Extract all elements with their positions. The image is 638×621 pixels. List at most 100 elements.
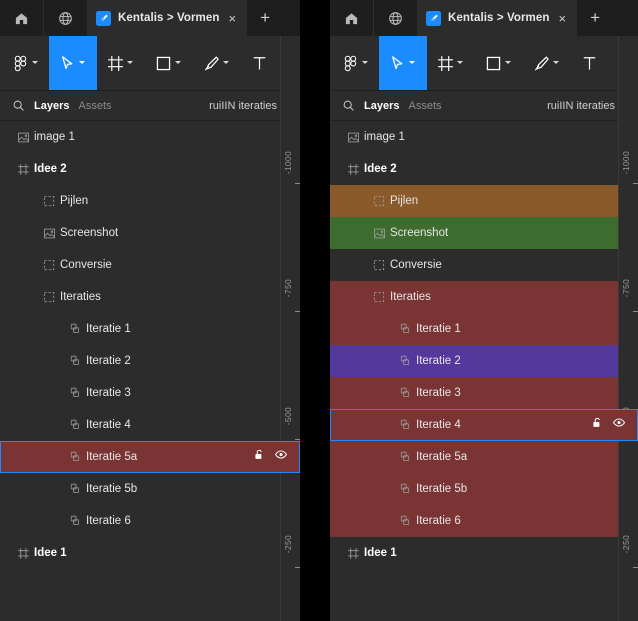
layer-row[interactable]: Conversie [330, 249, 638, 281]
layer-row[interactable]: Idee 1 [0, 537, 300, 569]
tab-assets[interactable]: Assets [408, 100, 441, 112]
layer-row[interactable]: Iteratie 6 [330, 505, 638, 537]
page-name: ruiIIN iteraties [547, 99, 615, 112]
search-icon[interactable] [12, 99, 25, 112]
main-menu-button[interactable] [330, 36, 379, 90]
chevron-down-icon [127, 61, 135, 69]
close-icon[interactable]: × [557, 10, 569, 27]
home-icon[interactable] [330, 0, 374, 36]
layer-row-actions [253, 448, 300, 466]
frame-icon [12, 163, 34, 176]
text-tool-button[interactable] [571, 36, 608, 90]
layer-row[interactable]: Idee 2 [0, 153, 300, 185]
layer-row[interactable]: Iteratie 3 [330, 377, 638, 409]
layer-name: Idee 2 [34, 163, 67, 175]
layer-row[interactable]: Iteratie 5b [0, 473, 300, 505]
component-icon [394, 387, 416, 399]
layer-row[interactable]: Idee 2 [330, 153, 638, 185]
eye-icon[interactable] [274, 448, 288, 466]
tab-assets[interactable]: Assets [78, 100, 111, 112]
figma-toolbar-2 [330, 36, 638, 91]
ruler-tick-label: -750 [283, 279, 293, 298]
new-tab-button[interactable]: + [247, 0, 284, 36]
component-icon [64, 387, 86, 399]
home-icon[interactable] [0, 0, 44, 36]
layer-row[interactable]: Pijlen [330, 185, 638, 217]
layer-row[interactable]: Screenshot [0, 217, 300, 249]
layer-row[interactable]: Iteratie 2 [0, 345, 300, 377]
globe-icon[interactable] [374, 0, 418, 36]
layer-row[interactable]: Iteraties [0, 281, 300, 313]
layer-row[interactable]: Iteratie 5a [330, 441, 638, 473]
layer-name: Pijlen [390, 195, 419, 207]
group-icon [368, 291, 390, 303]
vertical-ruler-left[interactable]: -1000 -750 -500 -250 [280, 36, 300, 621]
unlock-icon[interactable] [591, 416, 603, 434]
layer-row[interactable]: Iteratie 4 [0, 409, 300, 441]
layer-row[interactable]: Pijlen [0, 185, 300, 217]
screenshot-stage: Kentalis > Vormen × + Layers Assets ruiI… [0, 0, 638, 621]
tab-layers[interactable]: Layers [364, 100, 399, 112]
layer-row[interactable]: Iteratie 3 [0, 377, 300, 409]
component-icon [64, 355, 86, 367]
frame-tool-button[interactable] [427, 36, 475, 90]
browser-tab-title: Kentalis > Vormen [118, 12, 220, 24]
tab-layers[interactable]: Layers [34, 100, 69, 112]
layer-name: Idee 1 [364, 547, 397, 559]
close-icon[interactable]: × [227, 10, 239, 27]
browser-tab-active[interactable]: Kentalis > Vormen × [418, 0, 578, 36]
frame-tool-button[interactable] [97, 36, 145, 90]
globe-icon[interactable] [44, 0, 88, 36]
main-menu-button[interactable] [0, 36, 49, 90]
ruler-tick-label: -500 [283, 407, 293, 426]
chevron-down-icon [79, 61, 87, 69]
pen-tool-button[interactable] [523, 36, 571, 90]
move-tool-button[interactable] [49, 36, 97, 90]
layer-name: Iteratie 1 [86, 323, 131, 335]
group-icon [38, 195, 60, 207]
layer-row[interactable]: image 1 [0, 121, 300, 153]
layers-list-right[interactable]: image 1 Idee 2 Pijlen Screenshot Conversie It… [330, 121, 638, 569]
component-icon [64, 451, 86, 463]
frame-icon [342, 547, 364, 560]
search-icon[interactable] [342, 99, 355, 112]
move-tool-button[interactable] [379, 36, 427, 90]
layer-row[interactable]: Iteratie 6 [0, 505, 300, 537]
page-selector[interactable]: ruiIIN iteraties [209, 100, 290, 112]
layer-name: Conversie [60, 259, 112, 271]
layer-name: Iteratie 5a [86, 451, 138, 463]
layers-list-left[interactable]: image 1 Idee 2 Pijlen Screenshot Conversie It… [0, 121, 300, 569]
layer-row[interactable]: Idee 1 [330, 537, 638, 569]
shape-tool-button[interactable] [475, 36, 523, 90]
layer-row[interactable]: Conversie [0, 249, 300, 281]
figma-pen-icon [96, 10, 111, 26]
layer-name: Idee 1 [34, 547, 67, 559]
layer-row[interactable]: Screenshot [330, 217, 638, 249]
pen-tool-button[interactable] [193, 36, 241, 90]
browser-tab-active[interactable]: Kentalis > Vormen × [88, 0, 248, 36]
layer-name: Screenshot [60, 227, 119, 239]
ruler-tick [295, 439, 300, 440]
layer-row[interactable]: Iteratie 4 [330, 409, 638, 441]
layer-row[interactable]: Iteratie 5a [0, 441, 300, 473]
unlock-icon[interactable] [253, 448, 265, 466]
ruler-tick-label: -250 [621, 535, 631, 554]
layer-row[interactable]: image 1 [330, 121, 638, 153]
frame-icon [12, 547, 34, 560]
layer-row[interactable]: Iteratie 2 [330, 345, 638, 377]
ruler-tick-label: -750 [621, 279, 631, 298]
layer-row[interactable]: Iteratie 1 [0, 313, 300, 345]
vertical-ruler-right[interactable]: -1000-750-500-250 [618, 36, 638, 621]
layer-name: Iteratie 1 [416, 323, 461, 335]
new-tab-button[interactable]: + [577, 0, 614, 36]
browser-tab-bar-2: Kentalis > Vormen × + [330, 0, 638, 36]
layer-row[interactable]: Iteraties [330, 281, 638, 313]
group-icon [38, 291, 60, 303]
page-selector[interactable]: ruiIIN iteraties [547, 100, 628, 112]
shape-tool-button[interactable] [145, 36, 193, 90]
layer-row[interactable]: Iteratie 1 [330, 313, 638, 345]
text-tool-button[interactable] [241, 36, 278, 90]
layer-row[interactable]: Iteratie 5b [330, 473, 638, 505]
eye-icon[interactable] [612, 416, 626, 434]
layer-name: image 1 [34, 131, 75, 143]
